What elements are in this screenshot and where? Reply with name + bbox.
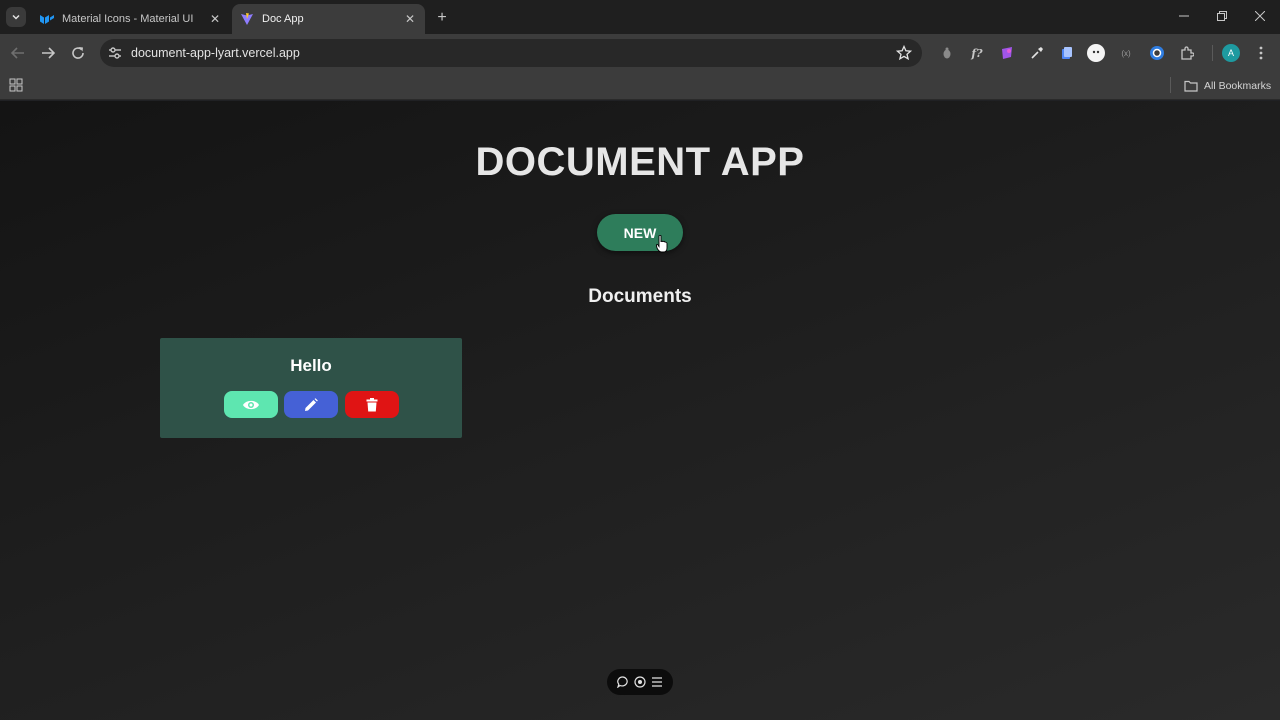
extension-avatar-icon[interactable] bbox=[1087, 44, 1105, 62]
vite-logo-icon bbox=[240, 12, 254, 26]
pencil-icon bbox=[305, 397, 318, 411]
profile-initial: A bbox=[1227, 48, 1234, 58]
address-bar[interactable]: document-app-lyart.vercel.app bbox=[100, 39, 922, 67]
floating-toolbar bbox=[607, 669, 673, 695]
url-text: document-app-lyart.vercel.app bbox=[131, 46, 300, 60]
minimize-icon[interactable] bbox=[1172, 6, 1196, 26]
eyedropper-icon[interactable] bbox=[1028, 44, 1046, 62]
edit-document-button[interactable] bbox=[284, 391, 338, 418]
chevron-down-icon bbox=[12, 14, 20, 20]
tab-title: Doc App bbox=[262, 13, 304, 25]
view-document-button[interactable] bbox=[224, 391, 278, 418]
extension-variable-icon[interactable]: (x) bbox=[1117, 44, 1135, 62]
window-close-icon[interactable] bbox=[1248, 6, 1272, 26]
toolbar-divider bbox=[1212, 45, 1213, 61]
menu-dots-icon[interactable] bbox=[1252, 44, 1270, 62]
new-document-button[interactable]: NEW bbox=[597, 214, 683, 251]
page-title: DOCUMENT APP bbox=[475, 140, 805, 184]
eye-icon bbox=[243, 400, 259, 409]
toggle-icon[interactable] bbox=[633, 675, 647, 689]
formula-extension-icon[interactable]: f? bbox=[968, 44, 986, 62]
forward-arrow-icon[interactable] bbox=[38, 43, 58, 63]
site-settings-icon[interactable] bbox=[108, 46, 122, 60]
extension-shield-icon[interactable] bbox=[938, 44, 956, 62]
tab-search-button[interactable] bbox=[6, 7, 26, 27]
comment-icon[interactable] bbox=[616, 675, 630, 689]
delete-document-button[interactable] bbox=[345, 391, 399, 418]
bookmarks-bar: All Bookmarks bbox=[0, 72, 1280, 100]
document-title: Hello bbox=[290, 356, 332, 375]
tab-doc-app[interactable]: Doc App ✕ bbox=[232, 4, 425, 34]
close-icon[interactable]: ✕ bbox=[206, 10, 224, 28]
all-bookmarks-button[interactable]: All Bookmarks bbox=[1184, 77, 1271, 95]
extensions-puzzle-icon[interactable] bbox=[1178, 44, 1196, 62]
page-content: DOCUMENT APP NEW Documents Hello bbox=[0, 101, 1280, 720]
browser-toolbar: document-app-lyart.vercel.app f? (x) A bbox=[0, 34, 1280, 72]
new-tab-button[interactable]: + bbox=[432, 8, 452, 28]
document-card: Hello bbox=[160, 338, 462, 438]
tab-strip: Material Icons - Material UI ✕ Doc App ✕… bbox=[0, 0, 1280, 34]
extension-sync-icon[interactable] bbox=[1148, 44, 1166, 62]
apps-grid-icon[interactable] bbox=[9, 78, 23, 92]
bookmarks-divider bbox=[1170, 77, 1171, 93]
trash-icon bbox=[366, 397, 378, 411]
hand-pointer-cursor-icon bbox=[656, 235, 668, 253]
tab-material-icons[interactable]: Material Icons - Material UI ✕ bbox=[32, 4, 230, 34]
restore-icon[interactable] bbox=[1210, 6, 1234, 26]
menu-lines-icon[interactable] bbox=[650, 675, 664, 689]
mui-logo-icon bbox=[40, 12, 54, 26]
close-icon[interactable]: ✕ bbox=[401, 10, 419, 28]
reload-icon[interactable] bbox=[68, 43, 88, 63]
extension-purple-icon[interactable] bbox=[998, 44, 1016, 62]
profile-avatar[interactable]: A bbox=[1222, 44, 1240, 62]
extension-copy-icon[interactable] bbox=[1058, 44, 1076, 62]
bookmark-star-icon[interactable] bbox=[896, 45, 912, 61]
all-bookmarks-label: All Bookmarks bbox=[1204, 80, 1272, 92]
folder-icon bbox=[1184, 80, 1198, 92]
back-arrow-icon[interactable] bbox=[8, 43, 28, 63]
documents-heading: Documents bbox=[588, 286, 692, 307]
tab-title: Material Icons - Material UI bbox=[62, 13, 194, 25]
